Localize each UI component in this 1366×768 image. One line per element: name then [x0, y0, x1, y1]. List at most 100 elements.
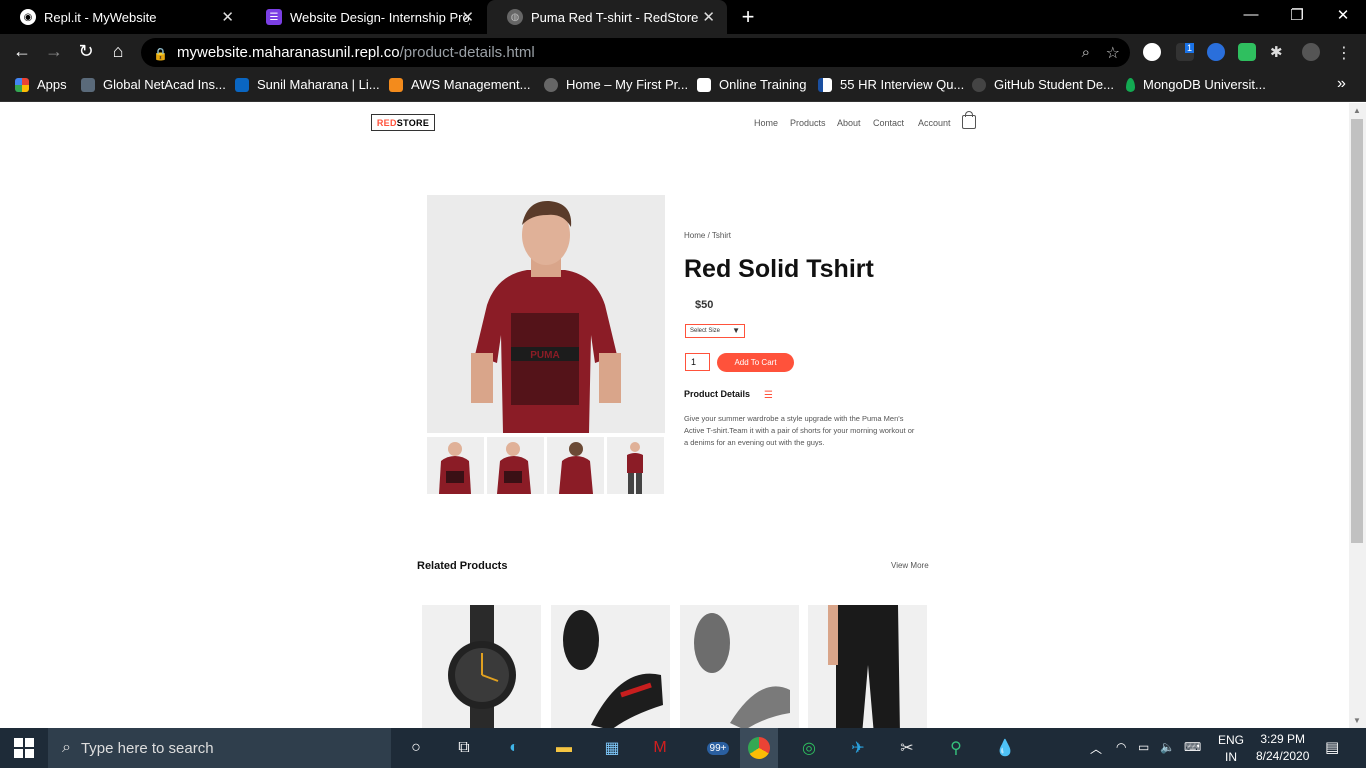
page-viewport: RED STORE Home Products About Contact Acc…: [0, 103, 1349, 728]
mail-badge: 99+: [706, 741, 730, 755]
more-bookmarks-icon[interactable]: »: [1337, 75, 1346, 93]
telegram-icon[interactable]: ✈: [846, 736, 870, 760]
app-ring-icon[interactable]: ◎: [797, 736, 821, 760]
model-tshirt-illustration: PUMA: [427, 195, 665, 433]
scrollbar-thumb[interactable]: [1351, 119, 1363, 543]
bookmark-netacad[interactable]: Global NetAcad Ins...: [81, 77, 226, 92]
address-bar[interactable]: 🔒 mywebsite.maharanasunil.repl.co /produ…: [141, 38, 1130, 67]
edge-icon[interactable]: ◐: [502, 736, 526, 760]
close-tab-icon[interactable]: ✕: [221, 8, 234, 26]
add-to-cart-button[interactable]: Add To Cart: [717, 353, 794, 372]
vertical-scrollbar[interactable]: ▲ ▼: [1349, 103, 1366, 728]
profile-avatar[interactable]: [1302, 43, 1320, 61]
nav-home[interactable]: Home: [754, 118, 778, 128]
mail-icon[interactable]: 99+: [700, 736, 736, 760]
nav-products[interactable]: Products: [790, 118, 826, 128]
bookmark-star-icon[interactable]: ☆: [1106, 43, 1120, 63]
bookmark-aws[interactable]: AWS Management...: [389, 77, 530, 92]
extension-blue-icon[interactable]: [1207, 43, 1225, 61]
show-hidden-icons-chevron[interactable]: ︿: [1090, 740, 1102, 757]
size-select-value: Select Size: [690, 328, 721, 334]
zoom-icon[interactable]: ⌕: [1082, 44, 1090, 61]
home-icon[interactable]: ⌂: [107, 41, 129, 62]
snip-tool-icon[interactable]: ✂: [895, 736, 919, 760]
maps-icon[interactable]: ⚲: [944, 736, 968, 760]
forward-icon[interactable]: →: [43, 41, 65, 62]
quantity-input[interactable]: 1: [685, 353, 710, 371]
bookmark-hr-interview[interactable]: 55 HR Interview Qu...: [818, 77, 964, 92]
tab-title: Website Design- Internship Proje: [290, 9, 470, 25]
product-details-heading: Product Details: [684, 389, 751, 399]
extension-badge: 1: [1184, 43, 1194, 53]
extension-green-icon[interactable]: [1238, 43, 1256, 61]
scroll-down-icon[interactable]: ▼: [1353, 716, 1361, 725]
related-products-heading: Related Products: [417, 560, 508, 572]
cart-icon[interactable]: [962, 111, 976, 129]
keyboard-icon[interactable]: ⌨: [1184, 740, 1201, 754]
linkedin-icon: [235, 77, 249, 92]
taskbar-search-box[interactable]: ⌕ Type here to search: [48, 728, 391, 768]
battery-icon[interactable]: ▭: [1138, 740, 1149, 754]
wifi-icon[interactable]: ◠: [1116, 740, 1126, 754]
product-thumbnail-4[interactable]: [607, 437, 664, 494]
redstore-logo[interactable]: RED STORE: [371, 114, 435, 131]
droplet-icon[interactable]: 💧: [993, 736, 1017, 760]
language-indicator[interactable]: ENG IN: [1218, 732, 1244, 766]
product-thumbnail-1[interactable]: [427, 437, 484, 494]
browser-tab-bar: ◉ Repl.it - MyWebsite ✕ ☰ Website Design…: [0, 0, 1366, 34]
lock-icon: 🔒: [153, 46, 168, 61]
bookmark-label: Apps: [37, 77, 67, 92]
task-view-icon[interactable]: ⧉: [452, 736, 476, 760]
lang-top: ENG: [1218, 733, 1245, 747]
minimize-icon[interactable]: —: [1241, 6, 1261, 23]
puzzle-icon[interactable]: ✱: [1270, 43, 1288, 61]
file-explorer-icon[interactable]: ▬: [552, 736, 576, 760]
view-more-link[interactable]: View More: [891, 561, 929, 570]
bookmark-github[interactable]: GitHub Student De...: [972, 77, 1114, 92]
breadcrumb[interactable]: Home / Tshirt: [684, 231, 731, 240]
apps-grid-icon: [15, 77, 29, 92]
related-product-joggers[interactable]: [808, 605, 927, 728]
notifications-icon[interactable]: ▤: [1325, 738, 1339, 756]
nav-about[interactable]: About: [837, 118, 861, 128]
chrome-icon[interactable]: [740, 728, 778, 768]
bookmark-online-training[interactable]: Online Training: [697, 77, 806, 92]
back-icon[interactable]: ←: [11, 41, 33, 62]
new-tab-button[interactable]: +: [736, 4, 760, 30]
cisco-icon: [81, 77, 95, 92]
restore-icon[interactable]: ❐: [1287, 6, 1307, 24]
product-thumbnail-2[interactable]: [487, 437, 544, 494]
scroll-up-icon[interactable]: ▲: [1353, 106, 1361, 115]
close-tab-icon[interactable]: ✕: [702, 8, 715, 26]
close-tab-icon[interactable]: ✕: [461, 8, 474, 26]
size-select[interactable]: Select Size ▼: [685, 324, 745, 338]
related-product-watch[interactable]: [422, 605, 541, 728]
mcafee-icon[interactable]: M: [648, 736, 672, 760]
bookmark-apps[interactable]: Apps: [15, 77, 67, 92]
mongodb-leaf-icon: [1126, 77, 1135, 92]
bookmark-mongodb[interactable]: MongoDB Universit...: [1126, 77, 1266, 92]
product-thumbnail-3[interactable]: [547, 437, 604, 494]
logo-red-text: RED: [376, 117, 397, 128]
tab-website-design[interactable]: ☰ Website Design- Internship Proje ✕: [246, 0, 486, 34]
tab-redstore[interactable]: ◍ Puma Red T-shirt - RedStore ✕: [487, 0, 727, 34]
volume-icon[interactable]: 🔈: [1160, 740, 1175, 754]
bookmark-home[interactable]: Home – My First Pr...: [544, 77, 688, 92]
bookmark-linkedin[interactable]: Sunil Maharana | Li...: [235, 77, 380, 92]
extension-cube-icon[interactable]: 1: [1176, 43, 1194, 61]
system-clock[interactable]: 3:29 PM 8/24/2020: [1256, 731, 1309, 765]
related-product-sneaker-black[interactable]: [551, 605, 670, 728]
related-product-sneaker-grey[interactable]: [680, 605, 799, 728]
reload-icon[interactable]: ↻: [75, 41, 97, 62]
store-icon[interactable]: ▦: [600, 736, 624, 760]
tab-replit[interactable]: ◉ Repl.it - MyWebsite ✕: [0, 0, 246, 34]
cortana-icon[interactable]: ○: [404, 736, 428, 760]
close-window-icon[interactable]: ✕: [1333, 6, 1353, 24]
menu-kebab-icon[interactable]: ⋮: [1336, 43, 1354, 62]
windows-start-icon[interactable]: [14, 738, 34, 758]
extension-search-icon[interactable]: [1143, 43, 1161, 61]
chevron-down-icon: ▼: [732, 326, 740, 335]
nav-contact[interactable]: Contact: [873, 118, 904, 128]
product-price: $50: [695, 299, 714, 311]
nav-account[interactable]: Account: [918, 118, 951, 128]
